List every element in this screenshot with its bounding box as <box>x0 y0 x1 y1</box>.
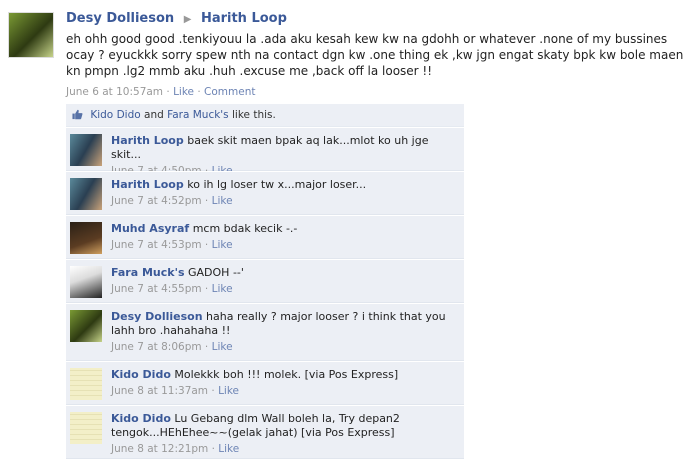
commenter-name-link[interactable]: Harith Loop <box>111 178 184 191</box>
comment-timestamp[interactable]: June 7 at 4:52pm <box>111 195 202 207</box>
commenter-avatar[interactable] <box>70 368 102 400</box>
comment-item: Muhd Asyraf mcm bdak kecik -.- June 7 at… <box>66 215 464 259</box>
commenter-name-link[interactable]: Kido Dido <box>111 412 171 425</box>
likes-suffix: like this. <box>232 109 276 121</box>
author-name-link[interactable]: Desy Dollieson <box>66 11 174 26</box>
comment-like-link[interactable]: Like <box>212 239 233 251</box>
comment-like-link[interactable]: Like <box>212 283 233 295</box>
comment-text: mcm bdak kecik -.- <box>192 222 298 235</box>
wall-post: Desy Dollieson ▶ Harith Loop eh ohh good… <box>0 0 693 459</box>
comment-text: ko ih lg loser tw x...major loser... <box>187 178 367 191</box>
comments-section: Kido Dido and Fara Muck's like this. Har… <box>66 104 464 459</box>
post-text: eh ohh good good .tenkiyouu la .ada aku … <box>66 32 684 78</box>
post-body: Desy Dollieson ▶ Harith Loop eh ohh good… <box>66 10 688 99</box>
commenter-avatar[interactable] <box>70 134 102 166</box>
comment-like-link[interactable]: Like <box>218 443 239 455</box>
post-timestamp[interactable]: June 6 at 10:57am <box>66 86 163 98</box>
commenter-name-link[interactable]: Fara Muck's <box>111 266 185 279</box>
comment-text: Molekkk boh !!! molek. [via Pos Express] <box>174 368 399 381</box>
likes-summary: Kido Dido and Fara Muck's like this. <box>66 104 464 127</box>
commenter-avatar[interactable] <box>70 266 102 298</box>
commenter-avatar[interactable] <box>70 310 102 342</box>
target-name-link[interactable]: Harith Loop <box>201 11 287 26</box>
comment-timestamp[interactable]: June 8 at 11:37am <box>111 385 208 397</box>
commenter-avatar[interactable] <box>70 222 102 254</box>
comment-like-link[interactable]: Like <box>212 195 233 207</box>
comment-item: Kido Dido Lu Gebang dlm Wall boleh la, T… <box>66 405 464 459</box>
triangle-right-icon: ▶ <box>183 14 192 25</box>
comment-timestamp[interactable]: June 8 at 12:21pm <box>111 443 208 455</box>
comment-item: Desy Dollieson haha really ? major loose… <box>66 303 464 361</box>
commenter-name-link[interactable]: Kido Dido <box>111 368 171 381</box>
comment-timestamp[interactable]: June 7 at 8:06pm <box>111 341 202 353</box>
liker-link-1[interactable]: Kido Dido <box>90 109 140 121</box>
commenter-name-link[interactable]: Harith Loop <box>111 134 184 147</box>
thumbs-up-icon <box>72 109 83 120</box>
commenter-name-link[interactable]: Muhd Asyraf <box>111 222 189 235</box>
post-header: Desy Dollieson ▶ Harith Loop <box>66 10 688 29</box>
post-like-link[interactable]: Like <box>173 86 194 98</box>
commenter-avatar[interactable] <box>70 412 102 444</box>
likes-and-text: and <box>144 109 164 121</box>
commenter-avatar[interactable] <box>70 178 102 210</box>
commenter-name-link[interactable]: Desy Dollieson <box>111 310 203 323</box>
liker-link-2[interactable]: Fara Muck's <box>167 109 229 121</box>
post-comment-link[interactable]: Comment <box>204 86 255 98</box>
comment-item: Harith Loop baek skit maen bpak aq lak..… <box>66 127 464 177</box>
comment-timestamp[interactable]: June 7 at 4:53pm <box>111 239 202 251</box>
comment-like-link[interactable]: Like <box>212 341 233 353</box>
post-meta: June 6 at 10:57am · Like · Comment <box>66 86 256 98</box>
author-avatar[interactable] <box>8 12 54 58</box>
comment-item: Harith Loop ko ih lg loser tw x...major … <box>66 171 464 215</box>
comment-timestamp[interactable]: June 7 at 4:55pm <box>111 283 202 295</box>
comment-item: Kido Dido Molekkk boh !!! molek. [via Po… <box>66 361 464 405</box>
comment-item: Fara Muck's GADOH --' June 7 at 4:55pm ·… <box>66 259 464 303</box>
comment-text: GADOH --' <box>188 266 244 279</box>
comment-like-link[interactable]: Like <box>218 385 239 397</box>
